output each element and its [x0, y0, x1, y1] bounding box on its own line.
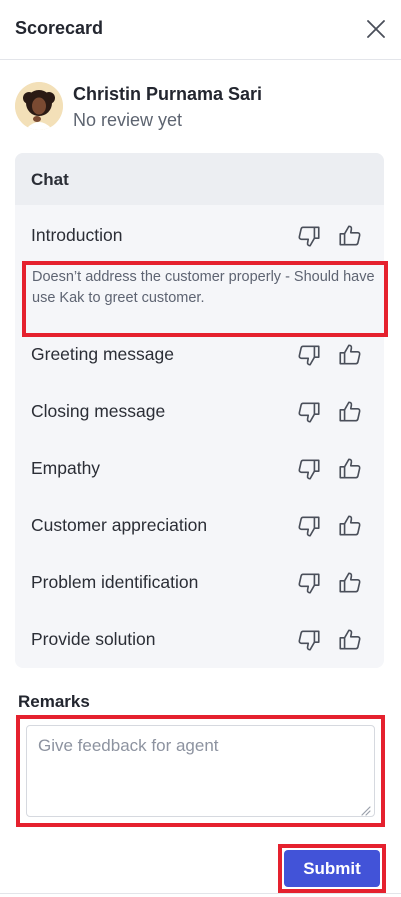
submit-highlight: Submit: [278, 844, 386, 893]
agent-name: Christin Purnama Sari: [73, 84, 263, 104]
criterion-label: Customer appreciation: [31, 515, 208, 535]
thumbs-up-icon[interactable]: [337, 456, 363, 482]
thumbs-down-icon[interactable]: [296, 399, 322, 425]
criterion-label: Problem identification: [31, 572, 199, 592]
panel-title: Chat: [15, 153, 384, 205]
criterion-label: Empathy: [31, 458, 101, 478]
criterion-label: Greeting message: [31, 344, 174, 364]
criterion-row: Greeting message: [15, 334, 384, 374]
criterion-row: Provide solution: [15, 619, 384, 659]
thumbs-down-icon[interactable]: [296, 456, 322, 482]
thumbs-up-icon[interactable]: [337, 399, 363, 425]
remarks-label: Remarks: [18, 692, 90, 711]
criterion-row: Closing message: [15, 391, 384, 431]
submit-button[interactable]: Submit: [284, 850, 380, 887]
page-title: Scorecard: [15, 18, 104, 38]
criterion-feedback-note: Doesn’t address the customer properly - …: [22, 261, 388, 337]
criterion-label: Introduction: [31, 225, 123, 245]
agent-profile: Christin Purnama Sari No review yet: [15, 82, 385, 134]
avatar: [15, 82, 63, 130]
criterion-row: Empathy: [15, 448, 384, 488]
close-icon[interactable]: [365, 18, 387, 40]
resize-grip-icon[interactable]: [357, 802, 371, 816]
thumbs-up-icon[interactable]: [337, 223, 363, 249]
remarks-field-highlight: [16, 715, 385, 827]
chat-criteria-panel: Chat Introduction Greeting message Closi…: [15, 153, 384, 668]
criterion-label: Closing message: [31, 401, 166, 421]
criterion-row: Customer appreciation: [15, 505, 384, 545]
thumbs-up-icon[interactable]: [337, 342, 363, 368]
criterion-row: Introduction: [15, 215, 384, 255]
criterion-row: Problem identification: [15, 562, 384, 602]
thumbs-up-icon[interactable]: [337, 627, 363, 653]
thumbs-up-icon[interactable]: [337, 570, 363, 596]
criterion-label: Provide solution: [31, 629, 156, 649]
thumbs-down-icon[interactable]: [296, 223, 322, 249]
thumbs-down-icon[interactable]: [296, 342, 322, 368]
thumbs-up-icon[interactable]: [337, 513, 363, 539]
footer-divider: [0, 893, 401, 894]
thumbs-down-icon[interactable]: [296, 513, 322, 539]
review-status: No review yet: [73, 110, 183, 130]
remarks-input[interactable]: [26, 725, 375, 817]
thumbs-down-icon[interactable]: [296, 627, 322, 653]
scorecard-header: Scorecard: [0, 0, 401, 60]
thumbs-down-icon[interactable]: [296, 570, 322, 596]
